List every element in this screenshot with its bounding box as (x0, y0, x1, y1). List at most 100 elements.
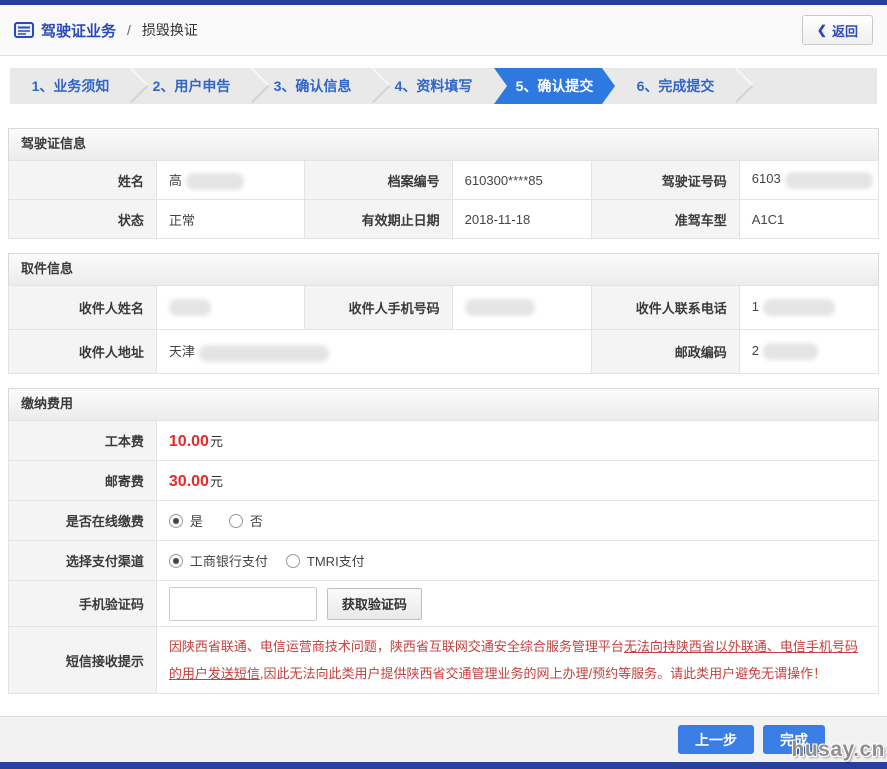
field-value-recipient-address: 天津 (156, 330, 591, 374)
finish-button[interactable]: 完成 (763, 725, 825, 754)
online-pay-radio-group: 是 否 (169, 511, 878, 530)
field-label-vehicle-class: 准驾车型 (591, 200, 739, 239)
field-value-name: 高 (156, 161, 304, 200)
previous-step-button[interactable]: 上一步 (678, 725, 754, 754)
step-6-complete-submit[interactable]: 6、完成提交 (615, 68, 736, 104)
radio-channel-tmri[interactable]: TMRI支付 (286, 551, 365, 570)
field-value-recipient-mobile (452, 286, 591, 330)
step-2-user-declaration[interactable]: 2、用户申告 (131, 68, 252, 104)
table-row: 收件人姓名 收件人手机号码 收件人联系电话 1 (9, 286, 879, 330)
step-1-business-notice[interactable]: 1、业务须知 (10, 68, 131, 104)
field-value-online-pay: 是 否 (156, 501, 878, 541)
field-value-pay-channel: 工商银行支付 TMRI支付 (156, 541, 878, 581)
breadcrumb-separator: / (127, 22, 131, 38)
radio-icon (286, 554, 300, 568)
license-info-section: 驾驶证信息 姓名 高 档案编号 610300****85 驾驶证号码 6103 … (8, 128, 879, 239)
notice-part-1: 因陕西省联通、电信运营商技术问题，陕西省互联网交通安全综合服务管理平台 (169, 639, 624, 654)
cost-fee-unit: 元 (210, 434, 223, 449)
bottom-accent-bar (0, 762, 887, 769)
radio-icon (169, 514, 183, 528)
redaction-blur (785, 172, 873, 189)
table-row: 手机验证码 获取验证码 (9, 581, 879, 627)
back-chevron-icon: ❮ (817, 23, 827, 37)
radio-label: TMRI支付 (307, 551, 365, 570)
step-5-confirm-submit-active[interactable]: 5、确认提交 (494, 68, 615, 104)
field-label-status: 状态 (9, 200, 157, 239)
field-label-recipient-address: 收件人地址 (9, 330, 157, 374)
back-button-label: 返回 (832, 21, 858, 40)
redaction-blur (186, 173, 244, 190)
field-value-postal-code: 2 (739, 330, 878, 374)
field-value-vehicle-class: A1C1 (739, 200, 878, 239)
field-value-status: 正常 (156, 200, 304, 239)
sms-code-input[interactable] (169, 587, 317, 621)
step-label: 3、确认信息 (274, 76, 352, 96)
field-label-online-pay: 是否在线缴费 (9, 501, 157, 541)
field-label-cost-fee: 工本费 (9, 421, 157, 461)
table-row: 姓名 高 档案编号 610300****85 驾驶证号码 6103 (9, 161, 879, 200)
field-value-sms-notice: 因陕西省联通、电信运营商技术问题，陕西省互联网交通安全综合服务管理平台无法向持陕… (156, 627, 878, 694)
radio-icon (229, 514, 243, 528)
page-header: 驾驶证业务 / 损毁换证 ❮ 返回 (0, 5, 887, 56)
field-label-valid-until: 有效期止日期 (304, 200, 452, 239)
table-row: 短信接收提示 因陕西省联通、电信运营商技术问题，陕西省互联网交通安全综合服务管理… (9, 627, 879, 694)
field-label-license-no: 驾驶证号码 (591, 161, 739, 200)
cost-fee-amount: 10.00 (169, 433, 209, 450)
radio-online-pay-no[interactable]: 否 (229, 511, 263, 530)
table-row: 工本费 10.00元 (9, 421, 879, 461)
redaction-blur (763, 343, 818, 360)
postage-fee-amount: 30.00 (169, 473, 209, 490)
field-label-sms-code: 手机验证码 (9, 581, 157, 627)
step-3-confirm-info[interactable]: 3、确认信息 (252, 68, 373, 104)
radio-label: 否 (250, 511, 263, 530)
step-label: 5、确认提交 (516, 76, 594, 96)
field-label-name: 姓名 (9, 161, 157, 200)
back-button[interactable]: ❮ 返回 (802, 15, 873, 45)
field-value-recipient-phone: 1 (739, 286, 878, 330)
field-value-file-no: 610300****85 (452, 161, 591, 200)
field-value-sms-code: 获取验证码 (156, 581, 878, 627)
field-label-pay-channel: 选择支付渠道 (9, 541, 157, 581)
field-label-sms-notice: 短信接收提示 (9, 627, 157, 694)
field-value-cost-fee: 10.00元 (156, 421, 878, 461)
pickup-info-table: 收件人姓名 收件人手机号码 收件人联系电话 1 收件人地址 天津 邮政编码 2 (8, 285, 879, 374)
footer-action-bar: 上一步 完成 (0, 716, 887, 762)
table-row: 选择支付渠道 工商银行支付 TMRI支付 (9, 541, 879, 581)
field-label-recipient-name: 收件人姓名 (9, 286, 157, 330)
notice-part-2: ,因此无法向此类用户提供陕西省交通管理业务的网上办理/预约等服务。请此类用户避免… (260, 666, 826, 681)
breadcrumb: 驾驶证业务 / 损毁换证 (14, 20, 198, 41)
redaction-blur (763, 299, 835, 316)
radio-label: 工商银行支付 (190, 551, 268, 570)
radio-online-pay-yes[interactable]: 是 (169, 511, 203, 530)
license-menu-icon (14, 22, 34, 38)
field-label-file-no: 档案编号 (304, 161, 452, 200)
step-label: 1、业务须知 (32, 76, 110, 96)
section-title-license-info: 驾驶证信息 (8, 128, 879, 160)
radio-icon (169, 554, 183, 568)
step-bar-filler (736, 68, 877, 104)
radio-label: 是 (190, 511, 203, 530)
table-row: 收件人地址 天津 邮政编码 2 (9, 330, 879, 374)
field-label-recipient-phone: 收件人联系电话 (591, 286, 739, 330)
redaction-blur (199, 345, 329, 362)
sms-notice-text: 因陕西省联通、电信运营商技术问题，陕西省互联网交通安全综合服务管理平台无法向持陕… (169, 627, 878, 693)
table-row: 是否在线缴费 是 否 (9, 501, 879, 541)
field-value-license-no: 6103 (739, 161, 878, 200)
step-label: 2、用户申告 (153, 76, 231, 96)
radio-channel-icbc[interactable]: 工商银行支付 (169, 551, 268, 570)
field-value-recipient-name (156, 286, 304, 330)
pickup-info-section: 取件信息 收件人姓名 收件人手机号码 收件人联系电话 1 收件人地址 天津 邮政… (8, 253, 879, 374)
step-wizard: 1、业务须知 2、用户申告 3、确认信息 4、资料填写 5、确认提交 6、完成提… (10, 68, 877, 104)
step-label: 6、完成提交 (637, 76, 715, 96)
pay-channel-radio-group: 工商银行支付 TMRI支付 (169, 551, 878, 570)
table-row: 状态 正常 有效期止日期 2018-11-18 准驾车型 A1C1 (9, 200, 879, 239)
redaction-blur (169, 299, 211, 316)
step-4-fill-materials[interactable]: 4、资料填写 (373, 68, 494, 104)
redaction-blur (465, 299, 535, 316)
postage-fee-unit: 元 (210, 474, 223, 489)
get-sms-code-button[interactable]: 获取验证码 (327, 588, 422, 620)
page-title: 驾驶证业务 (41, 20, 116, 41)
step-label: 4、资料填写 (395, 76, 473, 96)
payment-table: 工本费 10.00元 邮寄费 30.00元 是否在线缴费 是 (8, 420, 879, 694)
table-row: 邮寄费 30.00元 (9, 461, 879, 501)
